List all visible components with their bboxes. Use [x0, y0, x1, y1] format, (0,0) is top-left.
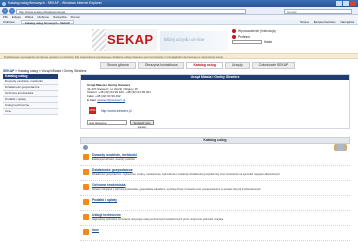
browser-title-bar: Katalog usług firmowych - SEKAP - Window…	[0, 0, 358, 7]
service-catalog: Katalog usług Dowody osobiste, meldunki …	[80, 137, 350, 249]
breadcrumb-path[interactable]: » Katalog usług » Urząd Miasta i Gminy S…	[14, 69, 86, 73]
slogan-banner: Bliżej urzędu on-line	[160, 31, 228, 51]
browser-search-input[interactable]: Google	[284, 8, 352, 14]
category-description: Ewidencja ludności, dowody osobiste	[92, 157, 135, 161]
catalog-category[interactable]: Podatki i opłaty	[80, 197, 350, 211]
category-title[interactable]: Działalność gospodarcza	[92, 168, 133, 172]
back-icon[interactable]: ‹	[2, 8, 8, 14]
check-status-button[interactable]: Sprawdź stan sprawy	[130, 120, 154, 129]
forward-icon[interactable]: ›	[9, 8, 15, 14]
tools-menu[interactable]: Narzędzia	[340, 20, 354, 24]
ie-logo-icon	[2, 1, 6, 6]
user-icon	[232, 34, 236, 39]
category-title[interactable]: Usługi techniczne	[92, 213, 121, 217]
maximize-icon[interactable]	[343, 1, 349, 6]
main-navigation: Strona główna Obrazyńa kontaktowa Katalo…	[100, 62, 296, 69]
password-field[interactable]	[232, 40, 262, 44]
info-notice: Podstawowe wymagania sprzętowe opisano w…	[0, 53, 358, 59]
email-link[interactable]: siewierz@siewierz.pl	[97, 98, 125, 102]
category-description	[92, 203, 346, 209]
website-link[interactable]: http://www.siewierz.pl	[101, 109, 131, 113]
window-controls	[336, 1, 356, 6]
browser-tab[interactable]: Katalog usług firmowych - SEKAP	[20, 20, 75, 25]
tab-members[interactable]: Członkowie SEKAP	[251, 62, 296, 69]
folder-icon	[83, 229, 89, 235]
folder-icon	[83, 154, 89, 160]
login-label: Profesor	[238, 34, 251, 39]
tab-home[interactable]: Strona główna	[100, 62, 136, 69]
page-menu[interactable]: Strona	[300, 20, 309, 24]
logo-text: SEKAP	[107, 32, 154, 47]
folder-icon	[83, 169, 89, 175]
address-bar: ‹ › http://www.sekap.pl/katalog/usluga G…	[0, 7, 358, 15]
password-label: Hasło	[264, 40, 273, 44]
favorites-button[interactable]: Ulubione	[3, 20, 15, 24]
catalog-category[interactable]: Ochrona środowiska Sprawy związane z och…	[80, 182, 350, 196]
people-illustration-icon	[334, 144, 347, 151]
folder-icon	[83, 184, 89, 190]
category-description: Najczęściej potrzebne formularze dotyczą…	[92, 217, 224, 221]
catalog-category[interactable]: Dowody osobiste, meldunki Ewidencja ludn…	[80, 152, 350, 166]
category-title[interactable]: Podatki i opłaty	[92, 198, 117, 202]
register-icon	[232, 29, 236, 33]
tab-catalog[interactable]: Katalog usług	[186, 62, 223, 69]
category-description: Działalność gospodarcza - zgłoszenia, zm…	[92, 172, 280, 176]
folder-icon	[83, 199, 89, 205]
sidebar: Katalog usług Dowody osobiste, meldunki …	[3, 74, 58, 115]
catalog-category[interactable]: Inne	[80, 227, 350, 241]
office-contact: Urząd Miasta i Gminy Siewierz 42-470 Sie…	[87, 83, 151, 103]
command-bar: Strona Bezpieczeństwo Narzędzia	[300, 20, 358, 24]
category-description: Sprawy związane z ochroną środowiska, go…	[92, 187, 261, 191]
window-title: Katalog usług firmowych - SEKAP - Window…	[8, 1, 102, 5]
category-title[interactable]: Dowody osobiste, meldunki	[92, 153, 137, 157]
logo-pattern	[92, 29, 106, 51]
status-select[interactable]: Jest dostępne	[87, 120, 127, 125]
office-panel-title: Urząd Miasta i Gminy Siewierz	[81, 75, 349, 80]
sidebar-item-other[interactable]: Inne	[3, 109, 58, 115]
tab-contact[interactable]: Obrazyńa kontaktowa	[137, 62, 185, 69]
sekap-logo[interactable]: SEKAP	[92, 29, 157, 51]
breadcrumb: SEKAP » Katalog usług » Urząd Miasta i G…	[3, 69, 87, 73]
close-icon[interactable]	[350, 1, 356, 6]
catalog-category[interactable]: Usługi techniczne Najczęściej potrzebne …	[80, 212, 350, 226]
url-input[interactable]: http://www.sekap.pl/katalog/usluga	[16, 8, 246, 14]
category-description	[92, 233, 346, 239]
pdf-icon[interactable]: PDF	[89, 107, 96, 114]
catalog-title: Katalog usług	[80, 137, 350, 144]
category-title[interactable]: Ochrona środowiska	[92, 183, 126, 187]
category-title[interactable]: Inne	[92, 228, 99, 232]
slogan-suffix: urzędu on-line	[176, 37, 205, 42]
tab-offices[interactable]: Urzędy	[224, 62, 250, 69]
catalog-category[interactable]: Działalność gospodarcza Działalność gosp…	[80, 167, 350, 181]
email-label: E-Mail:	[87, 97, 97, 102]
login-box: Wprowadzenie (Instrukcja) Profesor Hasło	[232, 29, 312, 51]
register-link[interactable]: Wprowadzenie (Instrukcja)	[238, 29, 276, 33]
catalog-icon	[83, 145, 88, 150]
slogan-prefix: Bliżej	[164, 37, 175, 42]
safety-menu[interactable]: Bezpieczeństwo	[314, 20, 336, 24]
breadcrumb-root[interactable]: SEKAP	[3, 69, 14, 73]
folder-icon	[83, 214, 89, 220]
office-info-panel: Urząd Miasta i Gminy Siewierz Urząd Mias…	[80, 74, 350, 129]
minimize-icon[interactable]	[336, 1, 342, 6]
